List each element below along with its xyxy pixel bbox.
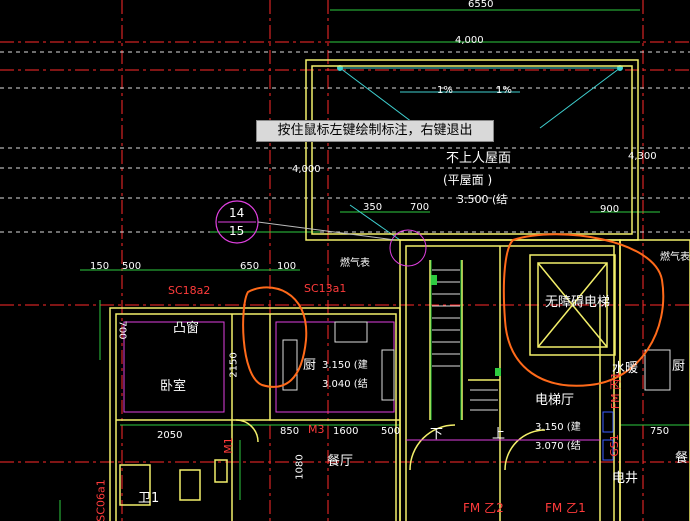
dim-350: 350: [363, 202, 383, 213]
gas-meter-right: 燃气表: [660, 252, 690, 263]
slope-left: 1%: [437, 85, 453, 96]
dim-900: 900: [600, 204, 620, 215]
hall-elev2: 3.070 (结: [535, 441, 581, 452]
dim-top-total: 6550: [468, 0, 494, 10]
dim-2050: 2050: [157, 430, 183, 441]
window-sc18a2: SC18a2: [168, 284, 211, 297]
dim-1080: 1080: [294, 454, 306, 480]
room-kitchen: 厨: [303, 358, 317, 373]
hall-elev1: 3.150 (建: [535, 422, 581, 433]
room-dining-right: 餐: [675, 451, 689, 466]
dim-700: 700: [410, 202, 430, 213]
door-gs1: GS1: [607, 434, 621, 457]
door-fm-c1: FM 丙1: [609, 371, 623, 410]
tag-top: 14: [229, 206, 245, 220]
cad-drawing-canvas[interactable]: 6550 4,000 1% 1% 4,000 4,300 350 700 900…: [0, 0, 690, 521]
slope-right: 1%: [496, 85, 512, 96]
dim-500: 500: [122, 261, 142, 272]
roof-note-line1: 不上人屋面: [446, 151, 512, 166]
room-elevator: 无障碍电梯: [545, 295, 611, 310]
dim-500b: 500: [381, 426, 401, 437]
dim-1600: 1600: [333, 426, 359, 437]
dim-2150: 2150: [228, 352, 240, 378]
room-bay-window: 凸窗: [173, 321, 200, 336]
gas-meter-left: 燃气表: [340, 258, 370, 269]
tag-bottom: 15: [229, 224, 245, 238]
dim-top-inner: 4,000: [455, 35, 484, 46]
kitchen-elev2: 3.040 (结: [322, 379, 368, 390]
dim-850: 850: [280, 426, 300, 437]
stair-down: 下: [430, 427, 444, 442]
window-sc13a1: SC13a1: [304, 282, 347, 295]
command-tooltip: 按住鼠标左键绘制标注，右键退出: [256, 120, 494, 142]
door-m3: M3: [308, 423, 325, 436]
room-electric-well: 电井: [612, 471, 639, 486]
kitchen-elev1: 3.150 (建: [322, 360, 368, 371]
room-elevator-hall: 电梯厅: [535, 393, 575, 408]
dim-700v: 700: [116, 320, 128, 340]
door-fm-z2: FM 乙2: [463, 501, 504, 515]
door-m1: M1: [221, 437, 235, 454]
dim-left-4000: 4,000: [292, 164, 321, 175]
window-sc06a1: SC06a1: [94, 479, 108, 521]
dim-750: 750: [650, 426, 670, 437]
roof-note-line2: (平屋面 ): [443, 173, 493, 187]
room-kitchen-right: 厨: [672, 359, 686, 374]
dim-right-4300: 4,300: [628, 151, 657, 162]
room-bedroom: 卧室: [160, 379, 187, 394]
roof-note-line3: 3.500 (结: [457, 193, 508, 206]
door-fm-z1: FM 乙1: [545, 501, 586, 515]
room-dining: 餐厅: [327, 454, 354, 469]
stair-up: 上: [492, 427, 506, 442]
dim-150: 150: [90, 261, 110, 272]
dim-100: 100: [277, 261, 297, 272]
dim-650: 650: [240, 261, 260, 272]
room-bath: 卫1: [138, 491, 160, 506]
